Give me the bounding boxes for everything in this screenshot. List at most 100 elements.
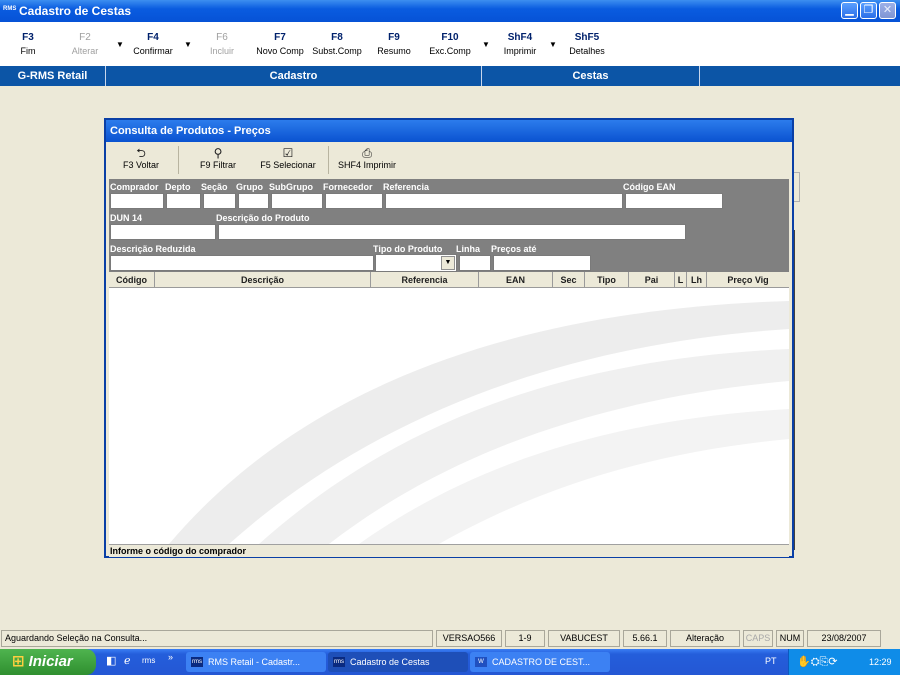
chevron-down-icon[interactable]: ▼	[441, 256, 455, 270]
f3-fim-button[interactable]: F3 Fim	[14, 32, 42, 56]
col-preco-vig[interactable]: Preço Vig	[707, 272, 789, 288]
f6-incluir-button[interactable]: F6 Incluir	[206, 32, 238, 56]
status-mode: Alteração	[670, 630, 740, 647]
toolbar-divider	[178, 146, 179, 174]
referencia-input[interactable]	[385, 193, 623, 209]
tipo-produto-select[interactable]: ▼	[375, 254, 457, 272]
tray-icons[interactable]: ✋⛭⎘⟳	[797, 649, 838, 675]
select-icon: ☑	[282, 146, 294, 160]
selecionar-button[interactable]: ☑ F5 Selecionar	[258, 146, 318, 170]
show-desktop-icon[interactable]: ◧	[106, 654, 116, 667]
codigo-ean-input[interactable]	[625, 193, 723, 209]
comprador-input[interactable]	[110, 193, 164, 209]
shf5-detalhes-button[interactable]: ShF5 Detalhes	[566, 32, 608, 56]
chevron-down-icon[interactable]: ▼	[482, 40, 490, 49]
toolbar-divider	[328, 146, 329, 174]
grid-body[interactable]	[109, 289, 789, 544]
grid-header: Código Descrição Referencia EAN Sec Tipo…	[109, 272, 789, 288]
subgrupo-input[interactable]	[271, 193, 323, 209]
status-date: 23/08/2007	[807, 630, 881, 647]
filter-panel: Comprador Depto Seção Grupo SubGrupo For…	[109, 179, 789, 272]
precos-ate-label: Preços até	[491, 244, 537, 254]
col-referencia[interactable]: Referencia	[371, 272, 479, 288]
f8-subst-comp-button[interactable]: F8 Subst.Comp	[310, 32, 364, 56]
col-lh[interactable]: Lh	[687, 272, 707, 288]
title-bar: RMS Cadastro de Cestas ▁ ❐ ✕	[0, 0, 900, 22]
fornecedor-label: Fornecedor	[323, 182, 373, 192]
chevron-down-icon[interactable]: ▼	[549, 40, 557, 49]
status-num: NUM	[776, 630, 804, 647]
codigo-ean-label: Código EAN	[623, 182, 676, 192]
quicklaunch-more-icon[interactable]: »	[168, 652, 173, 662]
function-key-bar: F3 Fim F2 Alterar ▼ F4 Confirmar ▼ F6 In…	[0, 22, 900, 66]
f9-resumo-button[interactable]: F9 Resumo	[374, 32, 414, 56]
grupo-input[interactable]	[238, 193, 269, 209]
depto-input[interactable]	[166, 193, 201, 209]
printer-icon: ⎙	[362, 146, 372, 160]
shf4-imprimir-button[interactable]: ShF4 Imprimir	[500, 32, 540, 56]
col-sec[interactable]: Sec	[553, 272, 585, 288]
binoculars-icon: ⚲	[213, 146, 223, 160]
f4-confirmar-button[interactable]: F4 Confirmar	[130, 32, 176, 56]
status-build: 5.66.1	[623, 630, 667, 647]
col-descricao[interactable]: Descrição	[155, 272, 371, 288]
internet-explorer-icon[interactable]: ℯ	[124, 654, 131, 667]
clock: 12:29	[869, 657, 892, 667]
depto-label: Depto	[165, 182, 191, 192]
rms-icon: rms	[191, 657, 203, 667]
close-button[interactable]: ✕	[879, 2, 896, 19]
breadcrumb-module: Cadastro	[106, 66, 482, 86]
status-message: Aguardando Seleção na Consulta...	[1, 630, 433, 647]
start-button[interactable]: ⊞ Iniciar	[0, 649, 96, 675]
windows-logo-icon: ⊞	[12, 653, 25, 670]
dialog-title: Consulta de Produtos - Preços	[106, 120, 792, 142]
imprimir-button[interactable]: ⎙ SHF4 Imprimir	[336, 146, 398, 170]
products-grid[interactable]: Código Descrição Referencia EAN Sec Tipo…	[109, 272, 789, 544]
descricao-reduzida-label: Descrição Reduzida	[110, 244, 196, 254]
col-codigo[interactable]: Código	[109, 272, 155, 288]
tipo-produto-label: Tipo do Produto	[373, 244, 443, 254]
comprador-label: Comprador	[110, 182, 159, 192]
system-tray: ✋⛭⎘⟳ 12:29	[788, 649, 900, 675]
consulta-produtos-dialog: Consulta de Produtos - Preços ⮌ F3 Volta…	[104, 118, 794, 558]
f7-novo-comp-button[interactable]: F7 Novo Comp	[254, 32, 306, 56]
maximize-button[interactable]: ❐	[860, 2, 877, 19]
chevron-down-icon[interactable]: ▼	[116, 40, 124, 49]
task-rms-retail[interactable]: rms RMS Retail - Cadastr...	[186, 652, 326, 672]
descricao-reduzida-input[interactable]	[110, 255, 374, 271]
background-window-edge	[793, 230, 800, 550]
grupo-label: Grupo	[236, 182, 263, 192]
col-ean[interactable]: EAN	[479, 272, 553, 288]
f10-exc-comp-button[interactable]: F10 Exc.Comp	[428, 32, 472, 56]
dialog-status-message: Informe o código do comprador	[109, 544, 789, 557]
breadcrumb-screen: Cestas	[482, 66, 700, 86]
filtrar-button[interactable]: ⚲ F9 Filtrar	[196, 146, 240, 170]
col-l[interactable]: L	[675, 272, 687, 288]
breadcrumb-app: G-RMS Retail	[0, 66, 106, 86]
rms-quicklaunch-icon[interactable]: rms	[142, 656, 155, 665]
dun14-input[interactable]	[110, 224, 216, 240]
precos-ate-input[interactable]	[493, 255, 591, 271]
descricao-produto-input[interactable]	[218, 224, 686, 240]
referencia-label: Referencia	[383, 182, 430, 192]
language-indicator[interactable]: PT	[765, 656, 777, 666]
f2-alterar-button[interactable]: F2 Alterar	[68, 32, 102, 56]
col-pai[interactable]: Pai	[629, 272, 675, 288]
task-cadastro-doc[interactable]: W CADASTRO DE CEST...	[470, 652, 610, 672]
status-version: VERSAO566	[436, 630, 502, 647]
task-cadastro-cestas[interactable]: rms Cadastro de Cestas	[328, 652, 468, 672]
watermark-swoosh-icon	[169, 301, 789, 544]
secao-input[interactable]	[203, 193, 236, 209]
chevron-down-icon[interactable]: ▼	[184, 40, 192, 49]
dun14-label: DUN 14	[110, 213, 143, 223]
minimize-button[interactable]: ▁	[841, 2, 858, 19]
fornecedor-input[interactable]	[325, 193, 383, 209]
breadcrumb: G-RMS Retail Cadastro Cestas	[0, 66, 900, 86]
descricao-produto-label: Descrição do Produto	[216, 213, 310, 223]
col-tipo[interactable]: Tipo	[585, 272, 629, 288]
voltar-button[interactable]: ⮌ F3 Voltar	[120, 146, 162, 170]
linha-input[interactable]	[459, 255, 491, 271]
rms-icon: rms	[333, 657, 345, 667]
taskbar: ⊞ Iniciar ◧ ℯ rms » rms RMS Retail - Cadas…	[0, 649, 900, 675]
window-title: Cadastro de Cestas	[19, 4, 132, 18]
